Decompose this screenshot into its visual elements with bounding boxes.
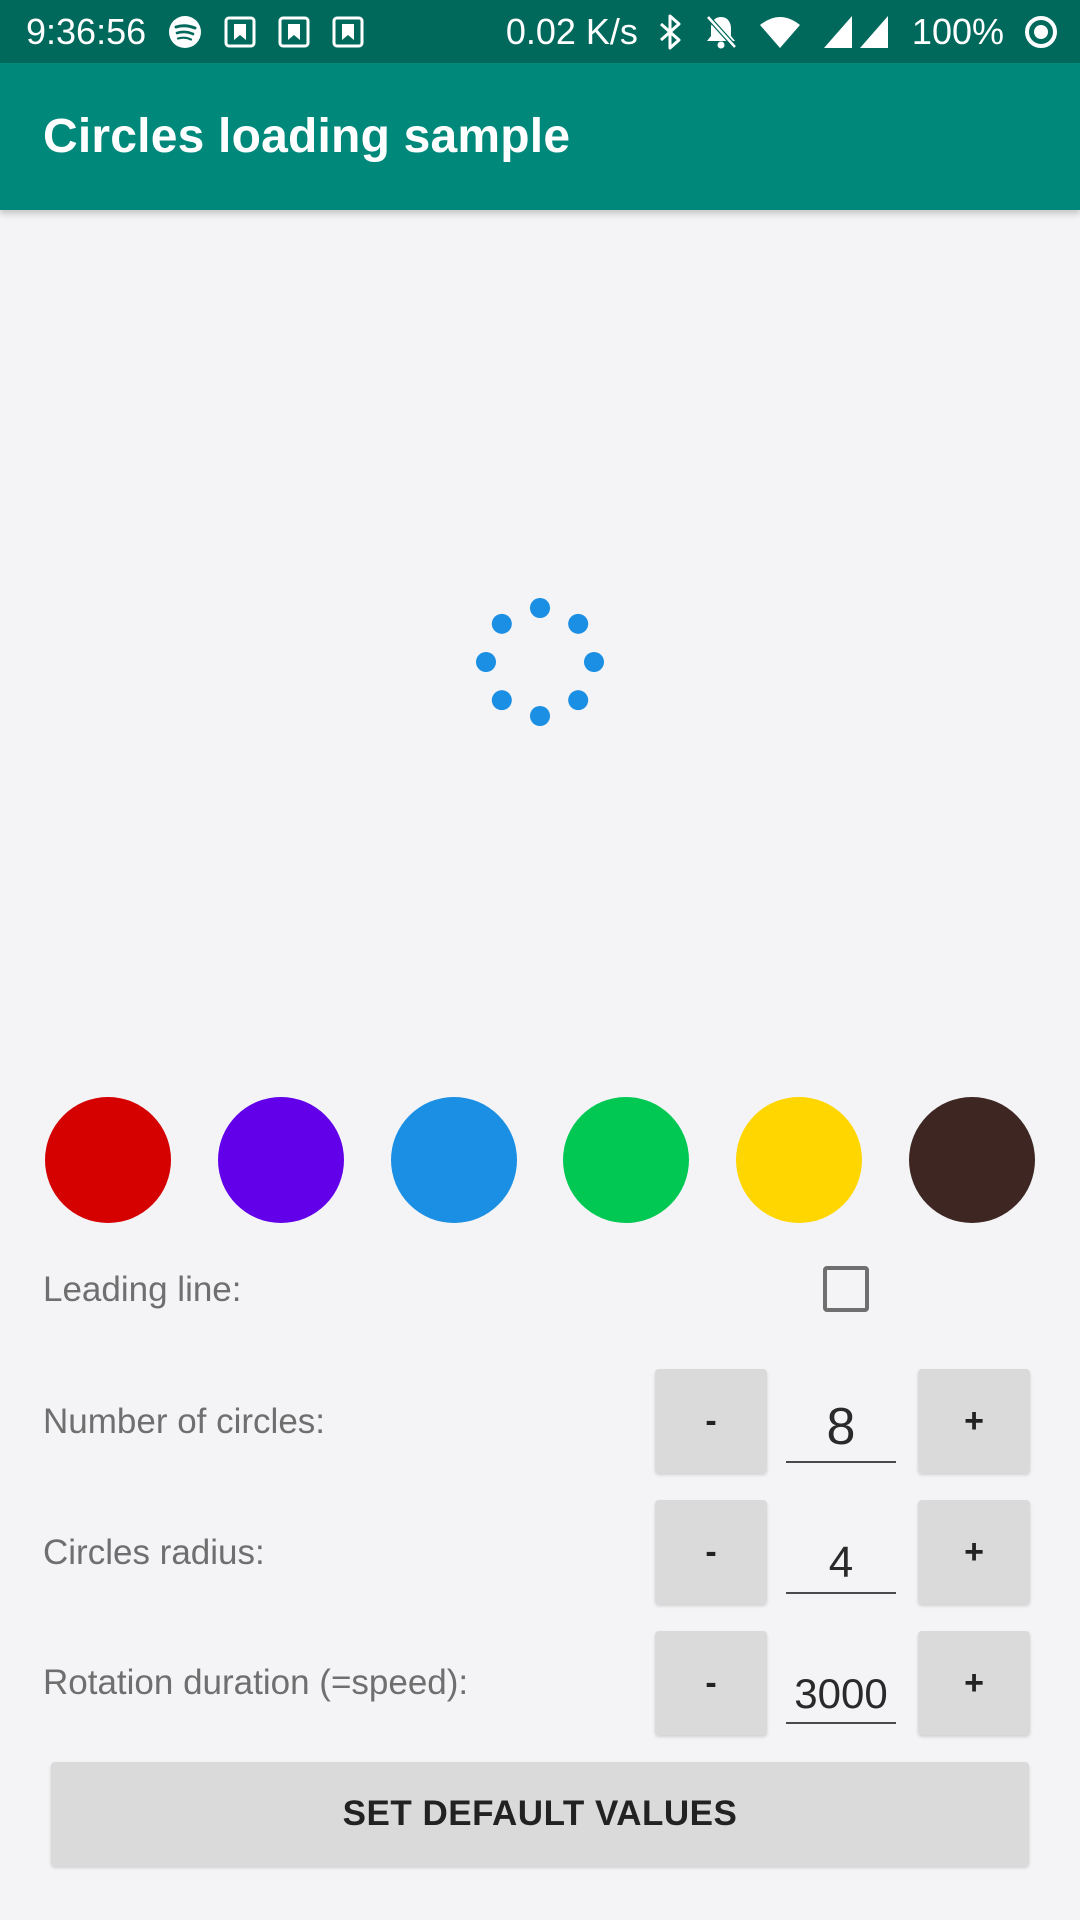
signal-icon	[822, 14, 892, 50]
battery-level: 100%	[911, 10, 1004, 52]
duration-value: 3000	[794, 1670, 888, 1717]
loader-dot	[476, 652, 496, 672]
swatch-green[interactable]	[563, 1097, 690, 1223]
swatch-brown[interactable]	[908, 1097, 1035, 1223]
bluetooth-icon	[658, 14, 684, 50]
color-swatches	[45, 1097, 1035, 1223]
radius-label: Circles radius:	[43, 1533, 265, 1572]
bookmark-notification-icon	[278, 16, 310, 48]
loader-dot	[491, 613, 512, 634]
battery-icon	[1024, 15, 1058, 49]
status-right: 0.02 K/s 100%	[506, 11, 1058, 53]
app-title: Circles loading sample	[43, 110, 571, 163]
loader-dot	[568, 613, 589, 634]
network-speed: 0.02 K/s	[505, 10, 638, 52]
loader-dot	[584, 652, 604, 672]
status-bar: 9:36:56 0.02 K/s 100%	[0, 0, 1080, 63]
radius-field[interactable]: 4	[786, 1514, 896, 1594]
duration-minus-button[interactable]: -	[655, 1631, 767, 1735]
loader-dot	[491, 690, 512, 711]
loader-dot	[530, 706, 550, 726]
status-left: 9:36:56	[26, 11, 364, 53]
duration-plus-button[interactable]: +	[918, 1631, 1030, 1735]
circles-count-value: 8	[826, 1398, 856, 1456]
loader-dot	[530, 598, 550, 618]
duration-field[interactable]: 3000	[786, 1644, 896, 1724]
loader-dot	[568, 690, 589, 711]
set-default-values-button[interactable]: SET DEFAULT VALUES	[51, 1762, 1029, 1866]
spotify-icon	[168, 15, 202, 49]
bookmark-notification-icon	[332, 16, 364, 48]
leading-line-label: Leading line:	[43, 1270, 242, 1309]
bell-off-icon	[704, 14, 738, 50]
wifi-icon	[758, 15, 802, 49]
duration-label: Rotation duration (=speed):	[43, 1663, 469, 1702]
circles-count-plus-button[interactable]: +	[918, 1369, 1030, 1473]
swatch-purple[interactable]	[217, 1097, 344, 1223]
circles-count-field[interactable]: 8	[786, 1383, 896, 1463]
swatch-yellow[interactable]	[736, 1097, 863, 1223]
radius-plus-button[interactable]: +	[918, 1500, 1030, 1604]
circles-loader	[466, 588, 614, 736]
radius-minus-button[interactable]: -	[655, 1500, 767, 1604]
app-bar: Circles loading sample	[0, 63, 1080, 210]
status-time: 9:36:56	[26, 10, 147, 52]
swatch-blue[interactable]	[390, 1097, 517, 1223]
circles-count-label: Number of circles:	[43, 1402, 326, 1441]
bookmark-notification-icon	[224, 16, 256, 48]
leading-line-checkbox[interactable]	[823, 1266, 869, 1312]
swatch-red[interactable]	[45, 1097, 171, 1223]
radius-value: 4	[828, 1538, 854, 1587]
circles-count-minus-button[interactable]: -	[655, 1369, 767, 1473]
loader-svg	[476, 598, 604, 726]
